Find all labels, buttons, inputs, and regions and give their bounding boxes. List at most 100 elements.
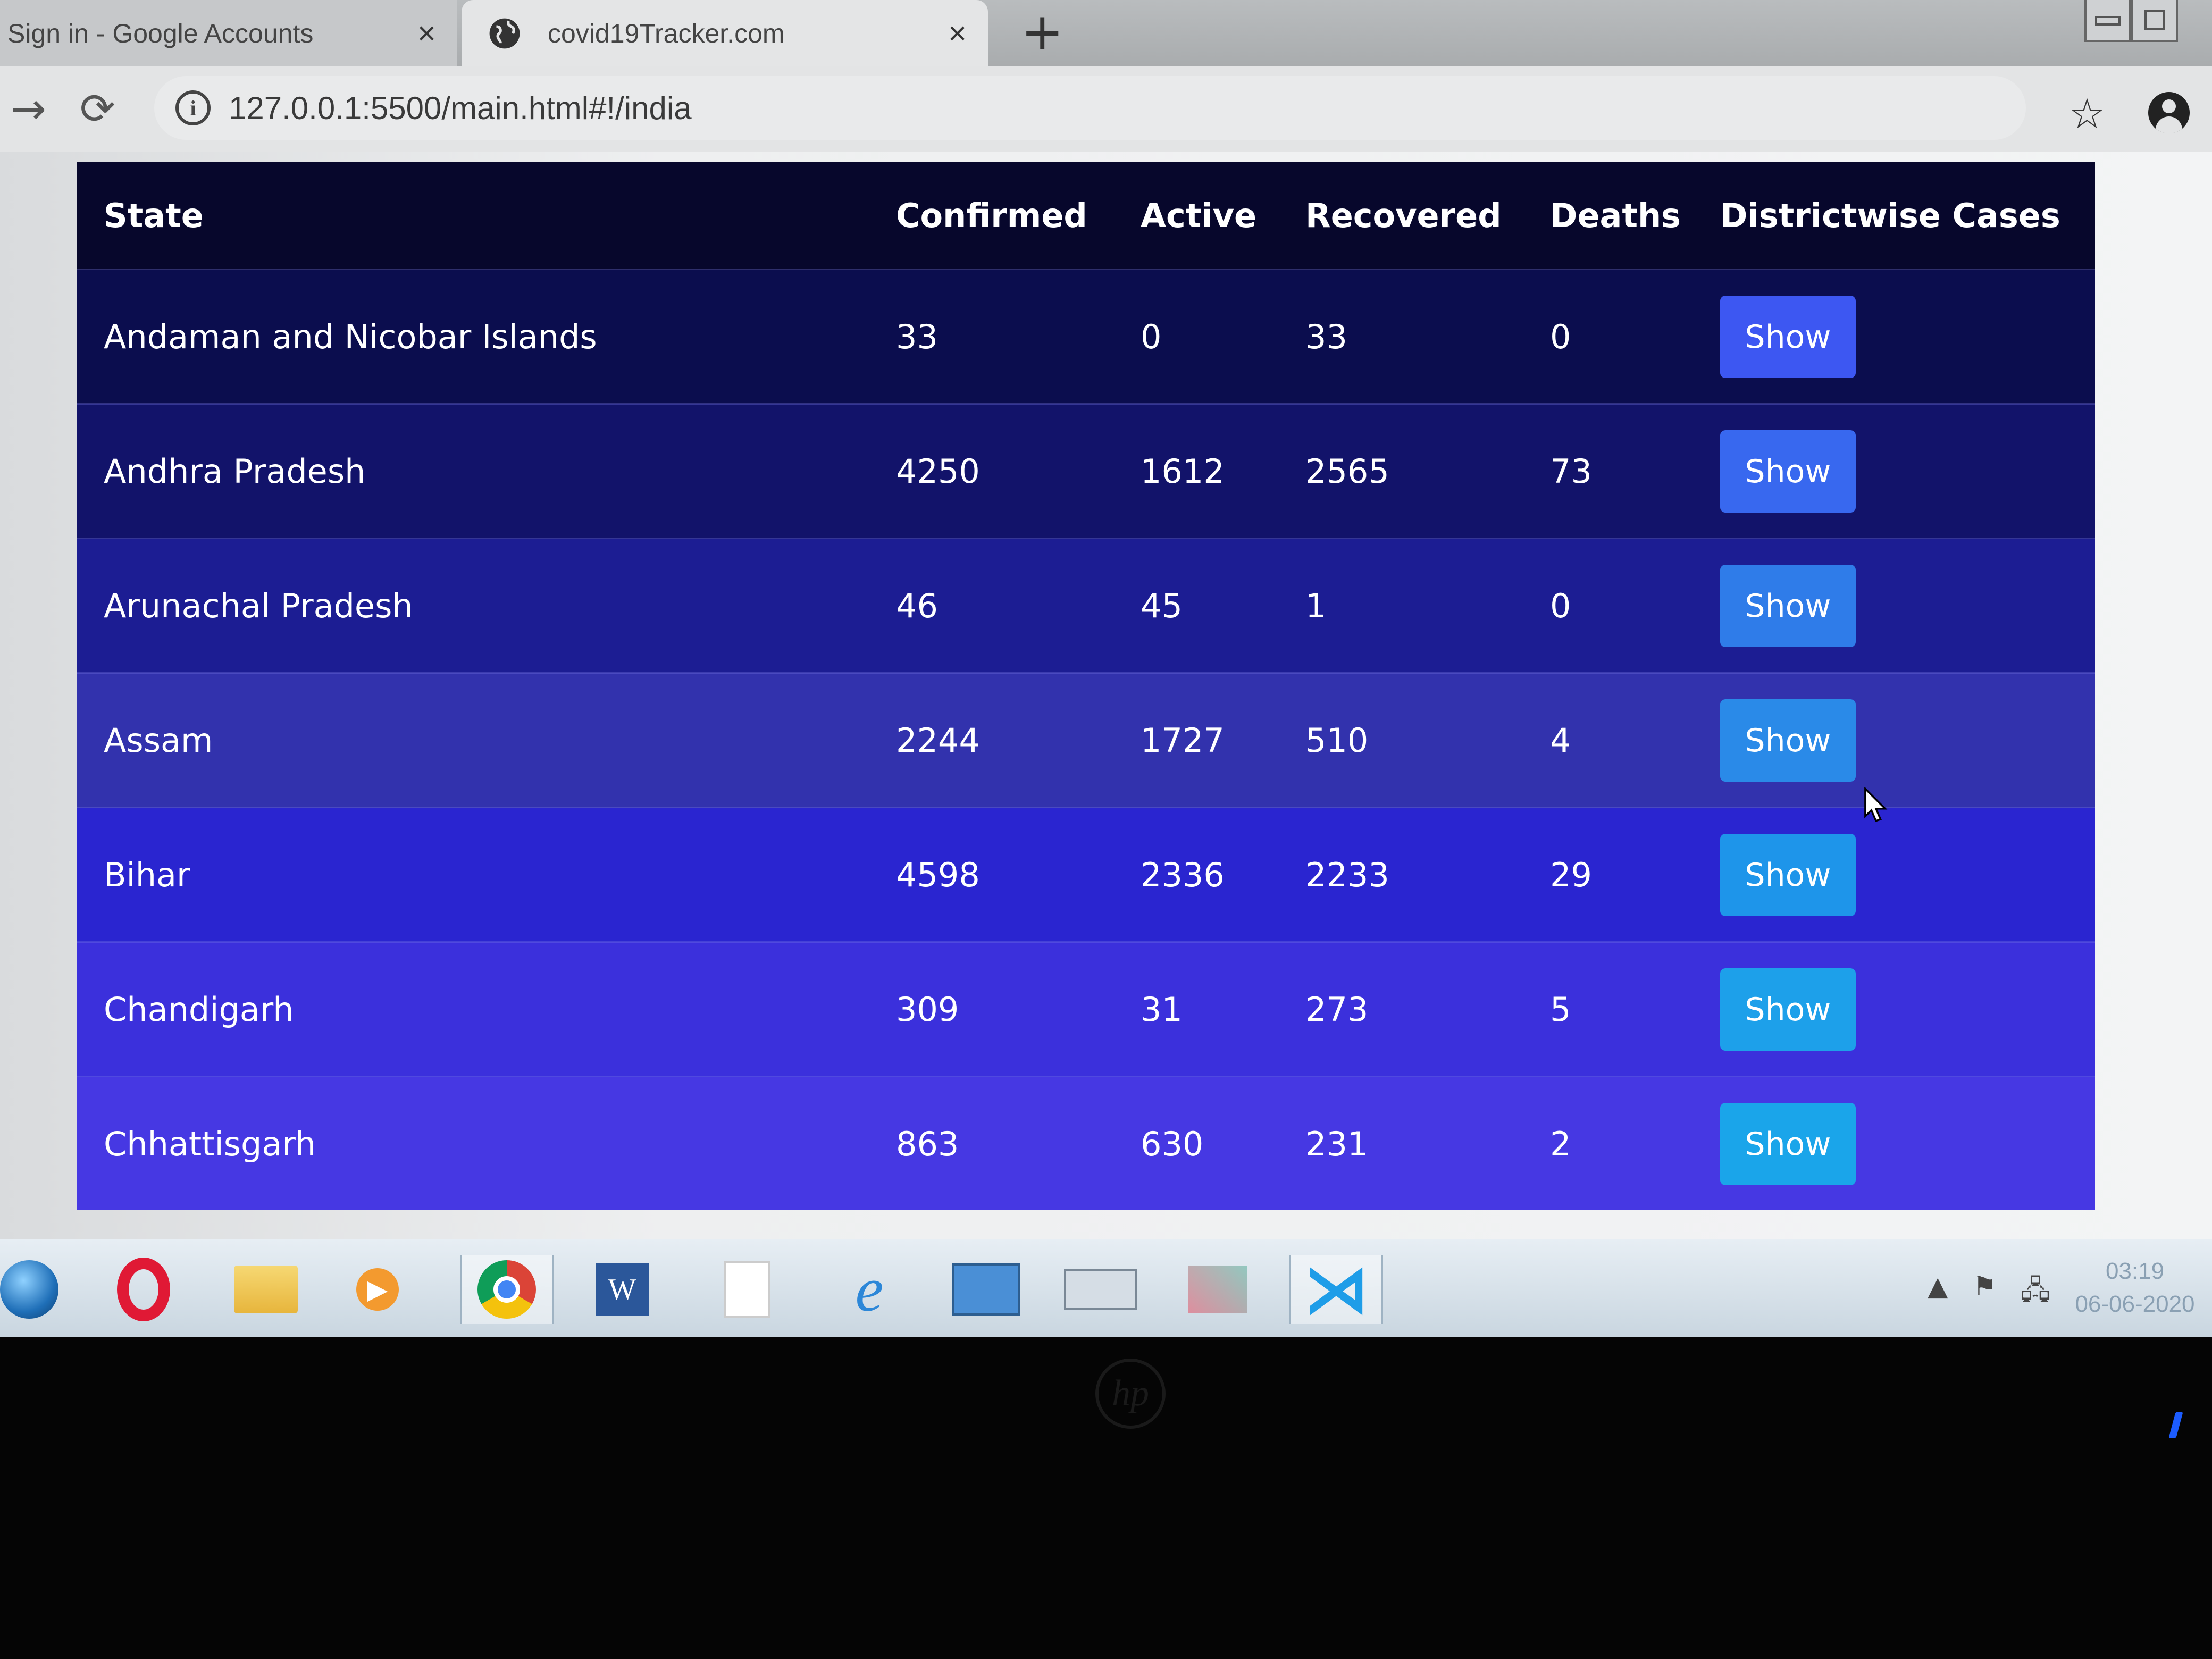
network-icon[interactable]: 🖧 bbox=[2021, 1271, 2050, 1316]
show-districts-button[interactable]: Show bbox=[1720, 295, 1856, 378]
show-districts-button[interactable]: Show bbox=[1720, 430, 1856, 513]
header-active: Active bbox=[1141, 162, 1305, 270]
system-clock[interactable]: 03:19 06-06-2020 bbox=[2063, 1255, 2207, 1321]
internet-explorer-icon[interactable]: e bbox=[824, 1254, 915, 1325]
table-row: Arunachal Pradesh 46 45 1 0 Show bbox=[77, 538, 2095, 673]
show-districts-button[interactable]: Show bbox=[1720, 1102, 1856, 1185]
cell-state: Andhra Pradesh bbox=[77, 403, 896, 539]
clock-date: 06-06-2020 bbox=[2075, 1291, 2195, 1317]
cell-recovered: 2565 bbox=[1305, 403, 1550, 539]
cell-districtwise: Show bbox=[1720, 403, 2095, 539]
table-row: Chandigarh 309 31 273 5 Show bbox=[77, 941, 2095, 1077]
cell-deaths: 4 bbox=[1550, 672, 1720, 808]
page-content: State Confirmed Active Recovered Deaths … bbox=[0, 152, 2212, 1242]
cell-recovered: 33 bbox=[1305, 269, 1550, 404]
header-districtwise: Districtwise Cases bbox=[1720, 162, 2095, 270]
table-row: Andaman and Nicobar Islands 33 0 33 0 Sh… bbox=[77, 269, 2095, 404]
cell-state: Chandigarh bbox=[77, 941, 896, 1077]
reload-icon[interactable]: ⟳ bbox=[80, 82, 115, 136]
cell-confirmed: 4250 bbox=[896, 403, 1141, 539]
table-row: Chhattisgarh 863 630 231 2 Show bbox=[77, 1076, 2095, 1210]
cell-active: 45 bbox=[1141, 538, 1305, 673]
chrome-icon[interactable] bbox=[460, 1255, 554, 1324]
cell-state: Assam bbox=[77, 672, 896, 808]
cell-deaths: 5 bbox=[1550, 941, 1720, 1077]
word-icon[interactable]: W bbox=[577, 1255, 667, 1324]
cell-state: Chhattisgarh bbox=[77, 1076, 896, 1210]
header-deaths: Deaths bbox=[1550, 162, 1720, 270]
cell-active: 1612 bbox=[1141, 403, 1305, 539]
tab-covid-tracker[interactable]: covid19Tracker.com × bbox=[462, 0, 988, 66]
cell-confirmed: 4598 bbox=[896, 807, 1141, 942]
action-center-flag-icon[interactable]: ⚑ bbox=[1973, 1271, 1997, 1302]
cell-districtwise: Show bbox=[1720, 941, 2095, 1077]
globe-icon bbox=[489, 18, 520, 48]
cell-confirmed: 33 bbox=[896, 269, 1141, 404]
cell-recovered: 2233 bbox=[1305, 807, 1550, 942]
show-districts-button[interactable]: Show bbox=[1720, 699, 1856, 782]
mouse-cursor-icon bbox=[1864, 787, 1888, 822]
cell-confirmed: 863 bbox=[896, 1076, 1141, 1210]
header-confirmed: Confirmed bbox=[896, 162, 1141, 270]
cell-active: 1727 bbox=[1141, 672, 1305, 808]
cell-active: 630 bbox=[1141, 1076, 1305, 1210]
cell-active: 0 bbox=[1141, 269, 1305, 404]
show-districts-button[interactable]: Show bbox=[1720, 833, 1856, 916]
state-cases-table: State Confirmed Active Recovered Deaths … bbox=[77, 162, 2095, 1210]
cell-state: Arunachal Pradesh bbox=[77, 538, 896, 673]
cell-recovered: 273 bbox=[1305, 941, 1550, 1077]
cell-districtwise: Show bbox=[1720, 807, 2095, 942]
media-player-icon[interactable]: ▶ bbox=[332, 1255, 423, 1324]
header-state: State bbox=[77, 162, 896, 270]
forward-arrow-icon[interactable]: → bbox=[11, 82, 46, 136]
cell-active: 2336 bbox=[1141, 807, 1305, 942]
table-row-hovered: Assam 2244 1727 510 4 Show bbox=[77, 672, 2095, 808]
browser-tab-strip: Sign in - Google Accounts × covid19Track… bbox=[0, 0, 2212, 66]
close-tab-icon[interactable]: × bbox=[417, 15, 436, 52]
info-icon[interactable]: i bbox=[175, 90, 211, 125]
cell-state: Bihar bbox=[77, 807, 896, 942]
blank-document-icon[interactable] bbox=[702, 1255, 792, 1324]
cell-deaths: 29 bbox=[1550, 807, 1720, 942]
profile-avatar-icon[interactable] bbox=[2148, 92, 2190, 133]
opera-icon[interactable] bbox=[98, 1255, 189, 1324]
new-tab-button[interactable]: + bbox=[1021, 5, 1063, 58]
on-screen-keyboard-icon[interactable] bbox=[1055, 1255, 1146, 1324]
cell-deaths: 0 bbox=[1550, 269, 1720, 404]
show-districts-button[interactable]: Show bbox=[1720, 968, 1856, 1051]
address-bar[interactable]: i 127.0.0.1:5500/main.html#!/india bbox=[154, 76, 2026, 140]
url-text[interactable]: 127.0.0.1:5500/main.html#!/india bbox=[229, 90, 692, 127]
start-button-icon[interactable] bbox=[0, 1260, 58, 1319]
restore-window-button[interactable] bbox=[2131, 0, 2178, 42]
cell-districtwise: Show bbox=[1720, 1076, 2095, 1210]
browser-toolbar: → ⟳ i 127.0.0.1:5500/main.html#!/india ☆ bbox=[0, 66, 2212, 152]
hp-logo: hp bbox=[1095, 1359, 1166, 1429]
cell-state: Andaman and Nicobar Islands bbox=[77, 269, 896, 404]
cell-districtwise: Show bbox=[1720, 269, 2095, 404]
cell-recovered: 510 bbox=[1305, 672, 1550, 808]
cell-recovered: 1 bbox=[1305, 538, 1550, 673]
cell-confirmed: 309 bbox=[896, 941, 1141, 1077]
cell-deaths: 2 bbox=[1550, 1076, 1720, 1210]
vscode-icon[interactable]: ⋊ bbox=[1289, 1254, 1383, 1325]
cell-districtwise: Show bbox=[1720, 672, 2095, 808]
header-recovered: Recovered bbox=[1305, 162, 1550, 270]
table-header-row: State Confirmed Active Recovered Deaths … bbox=[77, 162, 2095, 270]
monitor-bezel: hp bbox=[0, 1337, 2212, 1659]
cell-districtwise: Show bbox=[1720, 538, 2095, 673]
show-districts-button[interactable]: Show bbox=[1720, 564, 1856, 647]
app-icon[interactable] bbox=[1172, 1255, 1263, 1324]
tab-google-sign-in[interactable]: Sign in - Google Accounts × bbox=[0, 0, 457, 66]
close-tab-icon[interactable]: × bbox=[948, 15, 967, 52]
show-hidden-icons-icon[interactable]: ▲ bbox=[1928, 1271, 1948, 1302]
control-panel-icon[interactable] bbox=[941, 1255, 1032, 1324]
table-row: Bihar 4598 2336 2233 29 Show bbox=[77, 807, 2095, 942]
bookmark-star-icon[interactable]: ☆ bbox=[2068, 90, 2106, 138]
cell-confirmed: 46 bbox=[896, 538, 1141, 673]
tab-title: covid19Tracker.com bbox=[548, 18, 785, 48]
cell-confirmed: 2244 bbox=[896, 672, 1141, 808]
power-led-icon bbox=[2168, 1412, 2183, 1438]
minimize-window-button[interactable] bbox=[2084, 0, 2131, 42]
file-explorer-icon[interactable] bbox=[221, 1255, 311, 1324]
cell-deaths: 73 bbox=[1550, 403, 1720, 539]
